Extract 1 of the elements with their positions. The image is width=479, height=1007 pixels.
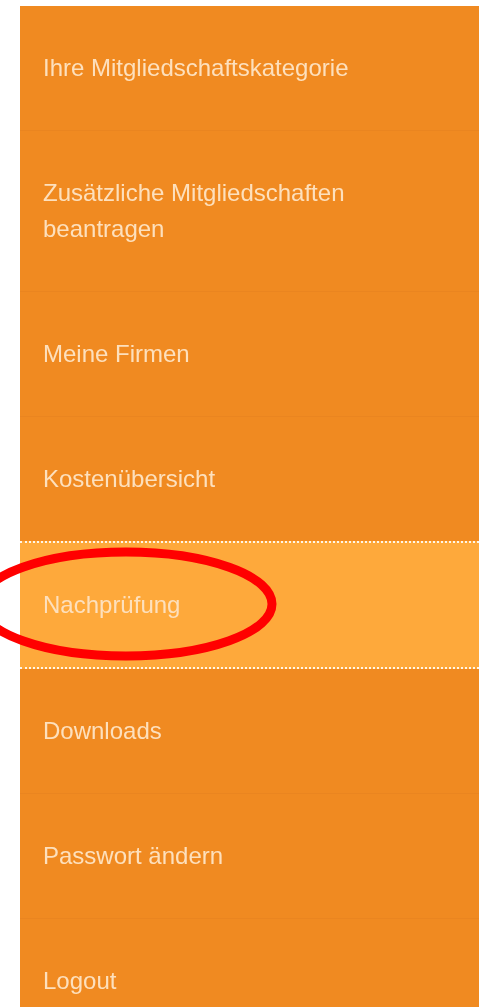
sidebar-item[interactable]: Nachprüfung [20,541,479,669]
